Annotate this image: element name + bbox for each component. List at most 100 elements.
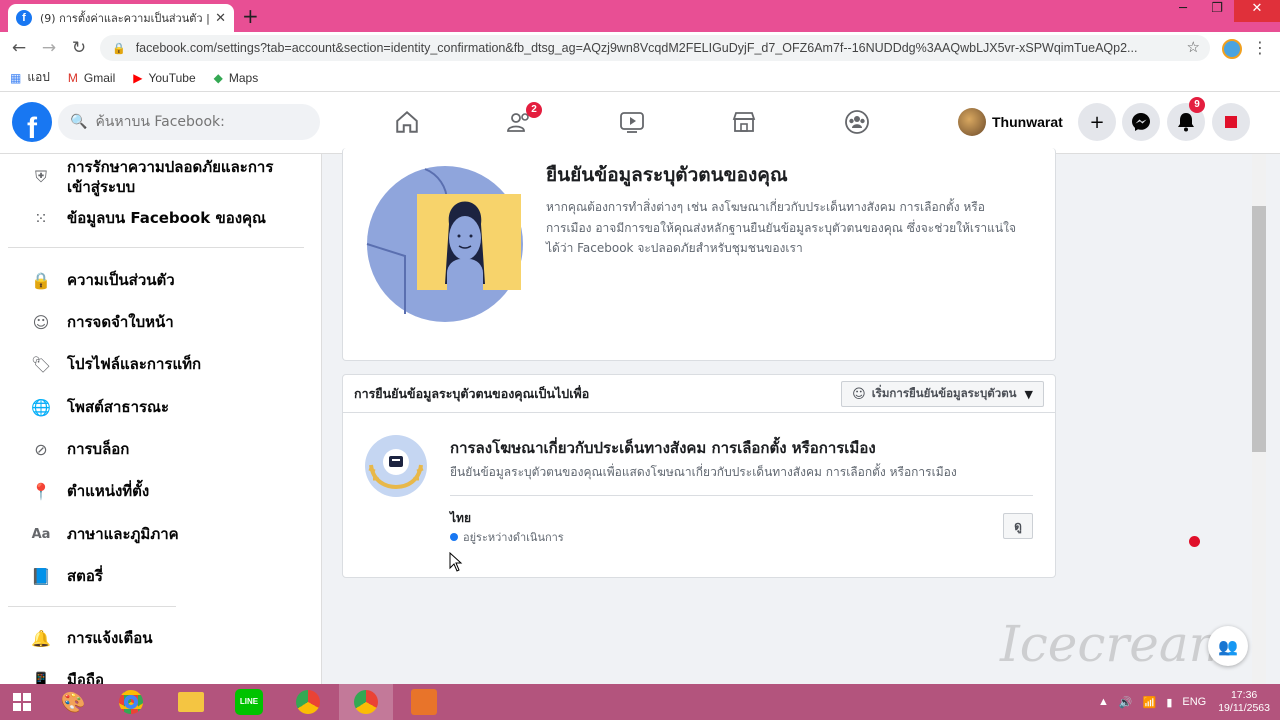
page-scrollbar[interactable]: [1252, 154, 1266, 684]
browser-profile-icon[interactable]: [1222, 39, 1242, 59]
grid-dots-icon: ⁙: [34, 208, 48, 228]
battery-icon[interactable]: ▮: [1166, 696, 1172, 709]
create-button[interactable]: +: [1078, 103, 1116, 141]
taskbar-recorder[interactable]: [397, 684, 451, 720]
sidebar-item-mobile[interactable]: 📱 มือถือ: [30, 669, 104, 685]
people-icon: 👥: [1218, 636, 1238, 656]
verification-purpose-card: การยืนยันข้อมูลระบุตัวตนของคุณเป็นไปเพื่…: [342, 374, 1056, 578]
nav-watch[interactable]: [607, 104, 657, 140]
sidebar-item-label: การจดจำใบหน้า: [67, 313, 174, 331]
sidebar-item-notifications[interactable]: 🔔 การแจ้งเตือน: [30, 627, 152, 649]
user-name: Thunwarat: [992, 114, 1063, 130]
sidebar-item-blocking[interactable]: ⊘ การบล็อก: [30, 438, 129, 460]
purpose-header-text: การยืนยันข้อมูลระบุตัวตนของคุณเป็นไปเพื่…: [354, 385, 590, 401]
facebook-search[interactable]: 🔍: [58, 104, 320, 140]
sidebar-item-label: การบล็อก: [67, 440, 130, 458]
bookmark-star-icon[interactable]: ☆: [1187, 38, 1200, 56]
window-controls: ─ ❐ ✕: [1166, 0, 1280, 22]
taskbar-line[interactable]: LINE: [222, 684, 276, 720]
marketplace-icon: [732, 112, 756, 132]
sidebar-item-label: ภาษาและภูมิภาค: [67, 525, 179, 543]
divider: [450, 495, 1033, 496]
groups-icon: [845, 110, 869, 134]
taskbar-explorer[interactable]: [164, 684, 218, 720]
facebook-logo[interactable]: f: [12, 102, 52, 142]
notifications-badge: 9: [1189, 97, 1205, 113]
face-icon: ☺: [32, 312, 50, 332]
taskbar-chrome-active[interactable]: [339, 684, 393, 720]
bookmark-gmail[interactable]: M Gmail: [68, 71, 115, 85]
omnibox[interactable]: 🔒 facebook.com/settings?tab=account&sect…: [100, 35, 1210, 61]
url-text: facebook.com/settings?tab=account&sectio…: [135, 41, 1138, 55]
bookmarks-bar: ▦ แอป M Gmail ▶ YouTube ◆ Maps: [0, 64, 1280, 92]
sidebar-item-profile-tagging[interactable]: 🏷 โปรไฟล์และการแท็ก: [30, 353, 201, 375]
notifications-button[interactable]: 9: [1167, 97, 1205, 141]
political-ads-icon: [365, 435, 427, 497]
maps-icon: ◆: [213, 70, 223, 85]
clock[interactable]: 17:36 19/11/2563: [1218, 689, 1270, 715]
volume-icon[interactable]: 🔊: [1119, 696, 1133, 709]
sidebar-item-security[interactable]: ⛨ การรักษาความปลอดภัยและการเข้าสู่ระบบ: [30, 157, 297, 197]
sidebar-item-face-recognition[interactable]: ☺ การจดจำใบหน้า: [30, 311, 174, 333]
nav-marketplace[interactable]: [719, 104, 769, 140]
watch-icon: [620, 112, 644, 133]
windows-logo-icon: [13, 693, 31, 711]
sidebar-item-stories[interactable]: 📘 สตอรี่: [30, 565, 103, 587]
clock-time: 17:36: [1230, 689, 1258, 701]
browser-menu-icon[interactable]: ⋮: [1252, 38, 1268, 57]
start-button[interactable]: [0, 684, 44, 720]
location-pin-icon: 📍: [31, 481, 51, 501]
political-ads-title: การลงโฆษณาเกี่ยวกับประเด็นทางสังคม การเล…: [450, 439, 876, 457]
sidebar-item-public-posts[interactable]: 🌐 โพสต์สาธารณะ: [30, 396, 169, 418]
divider: [8, 606, 176, 607]
nav-groups[interactable]: [832, 104, 882, 140]
maximize-icon[interactable]: ❐: [1200, 0, 1234, 22]
messenger-button[interactable]: [1122, 103, 1160, 141]
sidebar-item-privacy[interactable]: 🔒 ความเป็นส่วนตัว: [30, 269, 175, 291]
forward-icon[interactable]: →: [34, 38, 64, 58]
sidebar-item-label: การแจ้งเตือน: [67, 629, 153, 647]
sidebar-item-language[interactable]: Aa ภาษาและภูมิภาค: [30, 523, 179, 545]
sidebar-item-location[interactable]: 📍 ตำแหน่งที่ตั้ง: [30, 480, 149, 502]
minimize-icon[interactable]: ─: [1166, 0, 1200, 22]
sidebar-item-label: มือถือ: [67, 671, 104, 684]
bookmark-apps[interactable]: ▦ แอป: [10, 68, 50, 87]
search-input[interactable]: [95, 114, 296, 130]
sidebar-item-label: ความเป็นส่วนตัว: [67, 271, 175, 289]
keyboard-language[interactable]: ENG: [1182, 696, 1206, 708]
nav-friends[interactable]: 2: [495, 102, 545, 140]
sidebar-item-your-info[interactable]: ⁙ ข้อมูลบน Facebook ของคุณ: [30, 207, 266, 229]
bookmark-maps[interactable]: ◆ Maps: [214, 71, 259, 85]
page-title: ยืนยันข้อมูลระบุตัวตนของคุณ: [546, 164, 788, 186]
network-icon[interactable]: 📶: [1143, 696, 1157, 709]
nav-home[interactable]: [382, 104, 432, 140]
new-tab-button[interactable]: +: [242, 4, 259, 28]
bookmark-label: Maps: [228, 70, 259, 85]
reload-icon[interactable]: ↻: [64, 38, 94, 58]
taskbar-chrome[interactable]: [104, 684, 158, 720]
recording-indicator: [1189, 536, 1200, 547]
taskbar-chrome-profile[interactable]: [281, 684, 335, 720]
status-text: อยู่ระหว่างดำเนินการ: [463, 531, 564, 544]
account-menu-button[interactable]: [1212, 103, 1250, 141]
shield-icon: ⛨: [34, 167, 47, 186]
scrollbar-thumb[interactable]: [1252, 206, 1266, 452]
settings-sidebar: ⛨ การรักษาความปลอดภัยและการเข้าสู่ระบบ ⁙…: [0, 154, 322, 684]
bookmark-youtube[interactable]: ▶ YouTube: [133, 71, 195, 85]
back-icon[interactable]: ←: [4, 38, 34, 58]
start-verification-button[interactable]: ☺ เริ่มการยืนยันข้อมูลระบุตัวตน ▼: [841, 381, 1044, 407]
taskbar-paint[interactable]: 🎨: [46, 684, 100, 720]
political-ads-description: ยืนยันข้อมูลระบุตัวตนของคุณเพื่อแสดงโฆษณ…: [450, 465, 957, 479]
tray-expand-icon[interactable]: ▲: [1098, 696, 1109, 708]
view-button[interactable]: ดู: [1003, 513, 1033, 539]
lock-icon: 🔒: [112, 41, 126, 55]
messenger-icon: [1132, 113, 1150, 131]
close-window-icon[interactable]: ✕: [1234, 0, 1280, 22]
close-tab-icon[interactable]: ✕: [215, 11, 226, 26]
book-icon: 📘: [31, 566, 51, 586]
user-profile-chip[interactable]: Thunwarat: [958, 106, 1063, 138]
apps-grid-icon: ▦: [10, 70, 22, 85]
new-message-button[interactable]: 👥: [1208, 626, 1248, 666]
sidebar-item-label: โปรไฟล์และการแท็ก: [67, 355, 202, 373]
browser-tab[interactable]: f (9) การตั้งค่าและความเป็นส่วนตัว | Fac…: [8, 4, 234, 32]
